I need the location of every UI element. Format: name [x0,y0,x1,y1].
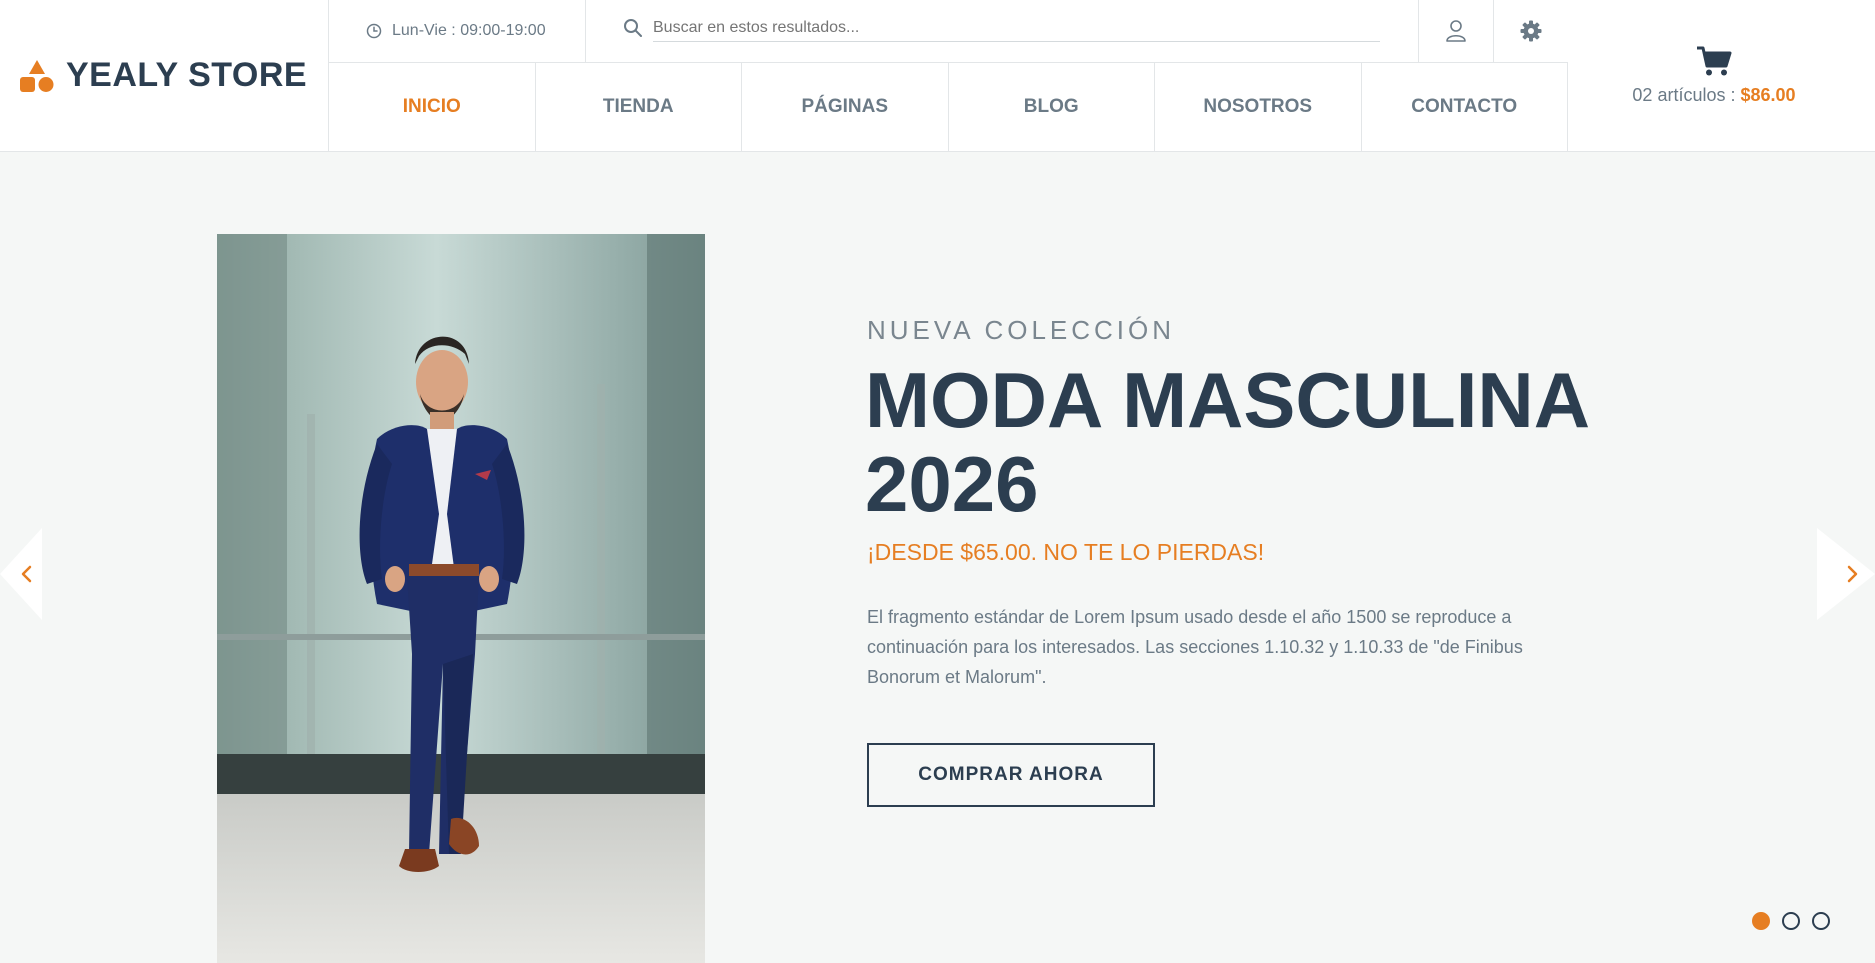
nav-item-contacto[interactable]: CONTACTO [1362,63,1568,151]
slider-pagination [1752,912,1830,930]
shop-now-button[interactable]: COMPRAR AHORA [867,743,1155,807]
settings-button[interactable] [1493,0,1568,62]
hero-description: El fragmento estándar de Lorem Ipsum usa… [867,607,1523,687]
clock-icon [366,23,382,39]
slider-dot-1[interactable] [1752,912,1770,930]
business-hours: Lun-Vie : 09:00-19:00 [329,0,586,62]
hero-eyebrow: NUEVA COLECCIÓN [867,315,1176,345]
top-bar: Lun-Vie : 09:00-19:00 [329,0,1568,63]
account-button[interactable] [1418,0,1493,62]
hero-headline-line1: MODA MASCULINA [865,356,1591,444]
nav-item-tienda[interactable]: TIENDA [536,63,742,151]
nav-item-blog[interactable]: BLOG [949,63,1155,151]
nav-item-nosotros[interactable]: NOSOTROS [1155,63,1362,151]
search-bar [586,0,1418,62]
hero-headline: MODA MASCULINA 2026 [865,358,1645,526]
hours-text: Lun-Vie : 09:00-19:00 [392,22,546,39]
user-icon [1446,20,1466,42]
brand-name: YEALY STORE [66,56,308,94]
logo[interactable]: YEALY STORE [0,0,329,151]
nav-item-inicio[interactable]: INICIO [329,63,536,151]
hero-model-photo [217,234,705,963]
slider-prev-button[interactable] [0,528,42,620]
nav-item-paginas[interactable]: PÁGINAS [742,63,949,151]
cart-widget[interactable]: 02 artículos : $86.00 [1568,0,1875,151]
chevron-left-icon [21,565,32,583]
slider-dot-3[interactable] [1812,912,1830,930]
hero-promo: ¡DESDE $65.00. NO TE LO PIERDAS! [867,539,1265,565]
chevron-right-icon [1847,565,1858,583]
slider-dot-2[interactable] [1782,912,1800,930]
logo-shapes-icon [20,59,54,92]
gear-icon [1520,20,1542,42]
slider-next-button[interactable] [1817,528,1875,620]
main-nav: INICIO TIENDA PÁGINAS BLOG NOSOTROS CONT… [329,63,1568,151]
cart-total: $86.00 [1740,85,1796,105]
cart-summary: 02 artículos : $86.00 [1632,85,1795,106]
search-input[interactable] [653,14,1380,42]
hero-slider: NUEVA COLECCIÓN MODA MASCULINA 2026 ¡DES… [0,152,1875,963]
search-icon[interactable] [623,18,643,38]
cart-items-count: 02 artículos : [1632,85,1736,105]
site-header: YEALY STORE Lun-Vie : 09:00-19:00 Buscar… [0,0,1875,152]
shopping-cart-icon [1697,46,1732,76]
hero-headline-line2: 2026 [865,440,1039,528]
hero-model-illustration [217,234,705,963]
